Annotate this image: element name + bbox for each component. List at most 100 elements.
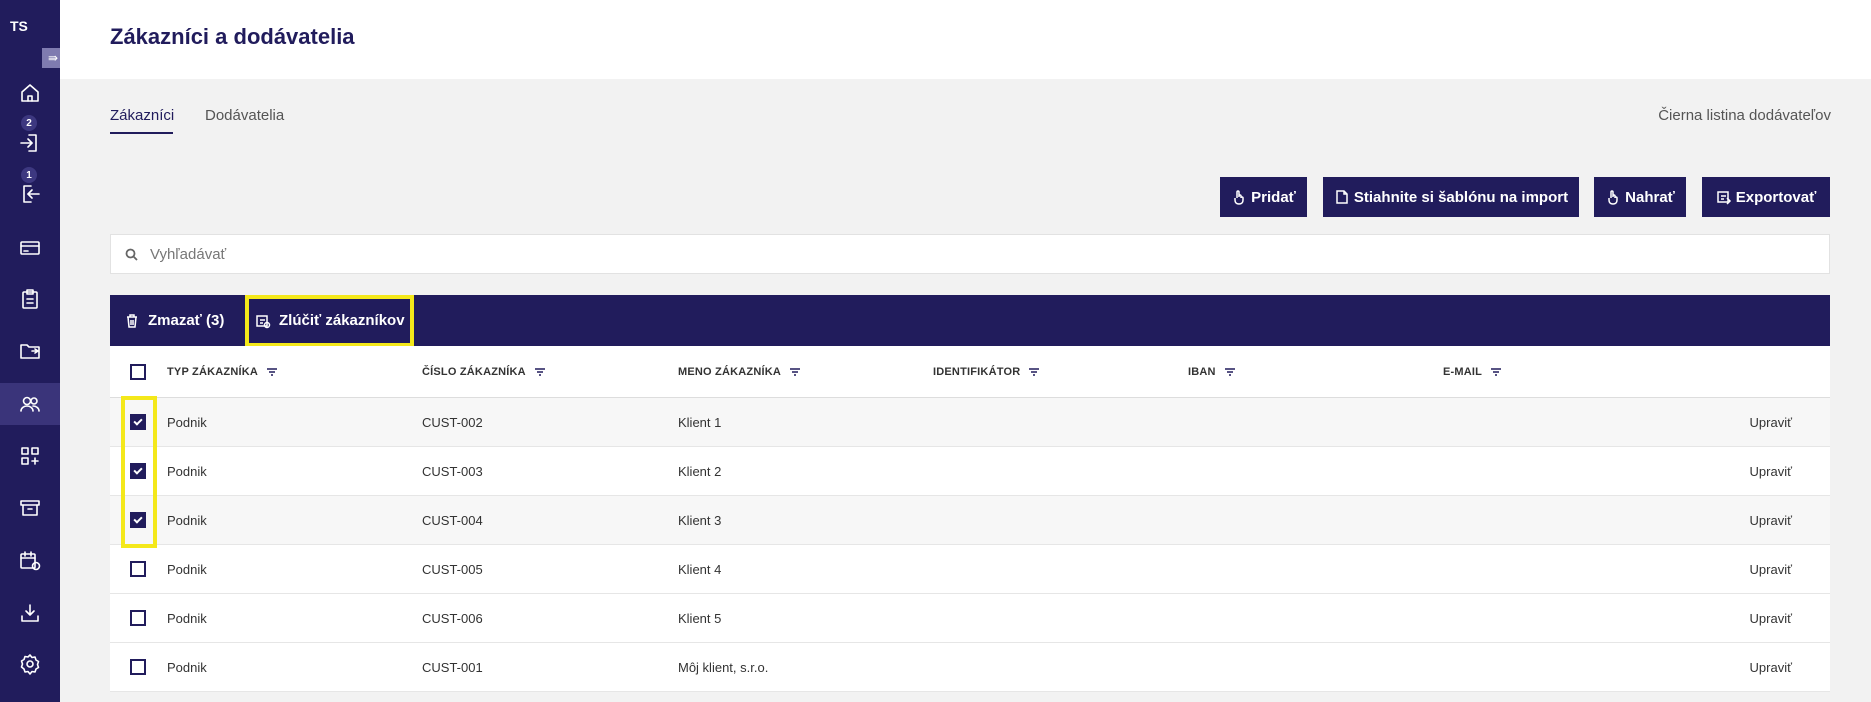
- tab-customers[interactable]: Zákazníci: [110, 107, 174, 124]
- sidebar-item-settings[interactable]: [0, 643, 60, 685]
- delete-selected-label: Zmazať (3): [148, 312, 225, 329]
- card-icon: [20, 241, 40, 255]
- bulk-action-bar: Zmazať (3) Zlúčiť zákazníkov: [110, 295, 1830, 346]
- cell-number: CUST-004: [422, 513, 483, 528]
- download-icon: [21, 604, 39, 622]
- logo: TS: [10, 18, 28, 34]
- edit-link[interactable]: Upraviť: [1750, 398, 1792, 447]
- cell-type: Podnik: [167, 660, 207, 675]
- document-icon: [1336, 190, 1348, 204]
- export-icon: [1716, 191, 1731, 205]
- table-row[interactable]: Podnik CUST-003 Klient 2 Upraviť: [110, 447, 1830, 496]
- upload-button[interactable]: Nahrať: [1594, 177, 1686, 217]
- home-icon: [21, 84, 39, 102]
- table-row[interactable]: Podnik CUST-004 Klient 3 Upraviť: [110, 496, 1830, 545]
- row-checkbox[interactable]: [130, 463, 146, 479]
- sidebar-item-home[interactable]: [0, 72, 60, 114]
- row-checkbox[interactable]: [130, 610, 146, 626]
- sidebar-item-transfers[interactable]: [0, 330, 60, 372]
- add-button-label: Pridať: [1251, 188, 1296, 206]
- cell-name: Môj klient, s.r.o.: [678, 660, 769, 675]
- cell-name: Klient 3: [678, 513, 722, 528]
- cell-number: CUST-003: [422, 464, 483, 479]
- filter-icon[interactable]: [1490, 367, 1502, 377]
- table-row[interactable]: Podnik CUST-001 Môj klient, s.r.o. Uprav…: [110, 643, 1830, 692]
- archive-icon: [20, 500, 40, 516]
- customers-table: TYP ZÁKAZNÍKA ČÍSLO ZÁKAZNÍKA MENO ZÁKAZ…: [110, 346, 1830, 692]
- edit-link[interactable]: Upraviť: [1750, 643, 1792, 692]
- edit-link[interactable]: Upraviť: [1750, 594, 1792, 643]
- column-label: E-MAIL: [1443, 366, 1483, 378]
- download-template-button[interactable]: Stiahnite si šablónu na import: [1323, 177, 1579, 217]
- column-header-identifier[interactable]: IDENTIFIKÁTOR: [933, 346, 1040, 398]
- edit-link[interactable]: Upraviť: [1750, 447, 1792, 496]
- filter-icon[interactable]: [789, 367, 801, 377]
- table-row[interactable]: Podnik CUST-005 Klient 4 Upraviť: [110, 545, 1830, 594]
- row-checkbox[interactable]: [130, 561, 146, 577]
- column-label: IDENTIFIKÁTOR: [933, 366, 1021, 378]
- upload-button-label: Nahrať: [1625, 188, 1675, 206]
- column-label: TYP ZÁKAZNÍKA: [167, 366, 259, 378]
- merge-customers-button[interactable]: Zlúčiť zákazníkov: [255, 295, 405, 346]
- column-header-type[interactable]: TYP ZÁKAZNÍKA: [167, 346, 278, 398]
- tab-suppliers[interactable]: Dodávatelia: [205, 107, 284, 124]
- column-header-number[interactable]: ČÍSLO ZÁKAZNÍKA: [422, 346, 546, 398]
- column-label: MENO ZÁKAZNÍKA: [678, 366, 782, 378]
- cell-name: Klient 1: [678, 415, 722, 430]
- edit-link[interactable]: Upraviť: [1750, 496, 1792, 545]
- outgoing-icon: [23, 185, 40, 203]
- cell-number: CUST-002: [422, 415, 483, 430]
- merge-icon: [256, 314, 271, 328]
- filter-icon[interactable]: [1028, 367, 1040, 377]
- column-label: ČÍSLO ZÁKAZNÍKA: [422, 366, 526, 378]
- settings-icon: [20, 654, 40, 675]
- row-checkbox[interactable]: [130, 414, 146, 430]
- supplier-blacklist-link[interactable]: Čierna listina dodávateľov: [1658, 107, 1831, 124]
- delete-selected-button[interactable]: Zmazať (3): [124, 295, 224, 346]
- sidebar: TS ⇛ 2 1: [0, 0, 64, 702]
- sidebar-item-schedule[interactable]: [0, 540, 60, 582]
- customers-icon: [20, 396, 40, 412]
- table-row[interactable]: Podnik CUST-006 Klient 5 Upraviť: [110, 594, 1830, 643]
- search-bar: [110, 234, 1830, 274]
- column-header-iban[interactable]: IBAN: [1188, 346, 1236, 398]
- row-checkbox[interactable]: [130, 512, 146, 528]
- sidebar-item-customers[interactable]: [0, 383, 60, 425]
- search-input[interactable]: [150, 245, 1750, 263]
- calendar-refresh-icon: [20, 551, 41, 571]
- merge-customers-label: Zlúčiť zákazníkov: [279, 312, 405, 329]
- cell-name: Klient 4: [678, 562, 722, 577]
- cell-type: Podnik: [167, 562, 207, 577]
- sidebar-item-archive[interactable]: [0, 487, 60, 529]
- clipboard-icon: [22, 289, 38, 309]
- cell-type: Podnik: [167, 415, 207, 430]
- row-checkbox[interactable]: [130, 659, 146, 675]
- cell-number: CUST-006: [422, 611, 483, 626]
- sidebar-item-apps[interactable]: [0, 435, 60, 477]
- filter-icon[interactable]: [266, 367, 278, 377]
- sidebar-item-download[interactable]: [0, 592, 60, 634]
- table-row[interactable]: Podnik CUST-002 Klient 1 Upraviť: [110, 398, 1830, 447]
- edit-link[interactable]: Upraviť: [1750, 545, 1792, 594]
- hand-icon: [1234, 190, 1244, 205]
- search-icon: [125, 248, 138, 261]
- trash-icon: [127, 313, 137, 328]
- add-button[interactable]: Pridať: [1220, 177, 1307, 217]
- cell-type: Podnik: [167, 464, 207, 479]
- sidebar-item-tasks[interactable]: [0, 278, 60, 320]
- export-button[interactable]: Exportovať: [1702, 177, 1830, 217]
- column-header-email[interactable]: E-MAIL: [1443, 346, 1502, 398]
- cell-number: CUST-005: [422, 562, 483, 577]
- sidebar-item-payments[interactable]: [0, 227, 60, 269]
- filter-icon[interactable]: [534, 367, 546, 377]
- filter-icon[interactable]: [1224, 367, 1236, 377]
- outgoing-count-badge: 1: [21, 167, 37, 183]
- active-tab-indicator: [110, 132, 173, 134]
- table-header: TYP ZÁKAZNÍKA ČÍSLO ZÁKAZNÍKA MENO ZÁKAZ…: [110, 346, 1830, 398]
- incoming-count-badge: 2: [21, 115, 37, 131]
- export-button-label: Exportovať: [1735, 188, 1817, 206]
- hand-icon: [1608, 190, 1618, 205]
- column-header-name[interactable]: MENO ZÁKAZNÍKA: [678, 346, 801, 398]
- cell-number: CUST-001: [422, 660, 483, 675]
- select-all-checkbox[interactable]: [130, 364, 146, 380]
